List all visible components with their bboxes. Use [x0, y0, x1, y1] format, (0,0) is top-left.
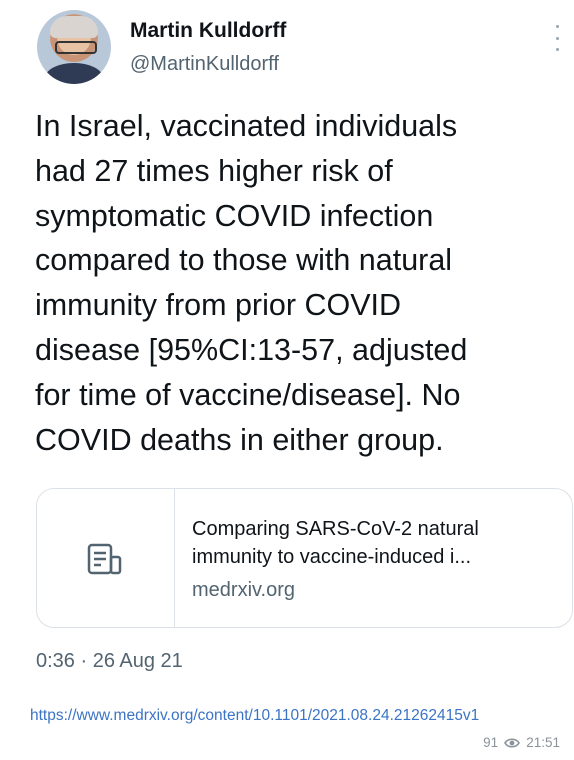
card-title-line: Comparing SARS-CoV-2 natural [192, 518, 479, 540]
view-count: 91 [483, 735, 499, 750]
card-title-line: immunity to vaccine-induced i... [192, 546, 472, 568]
message-link[interactable]: https://www.medrxiv.org/content/10.1101/… [30, 706, 560, 726]
avatar-shirt [45, 63, 103, 84]
document-icon [87, 543, 122, 575]
author-handle[interactable]: @MartinKulldorff [130, 51, 279, 77]
message-time: 21:51 [526, 735, 560, 750]
avatar[interactable] [37, 10, 111, 84]
more-options-icon[interactable] [554, 25, 560, 51]
tweet: Martin Kulldorff @MartinKulldorff In Isr… [0, 0, 574, 700]
avatar-hair [50, 16, 98, 38]
tweet-timestamp[interactable]: 0:36 · 26 Aug 21 [36, 648, 183, 674]
card-title: Comparing SARS-CoV-2 natural immunity to… [192, 515, 562, 571]
message-meta: 91 21:51 [483, 734, 560, 752]
card-domain: medrxiv.org [192, 579, 295, 601]
link-card[interactable]: Comparing SARS-CoV-2 natural immunity to… [36, 488, 573, 628]
tweet-text: In Israel, vaccinated individuals had 27… [35, 109, 468, 457]
author-name[interactable]: Martin Kulldorff [130, 18, 286, 44]
card-thumbnail [37, 489, 175, 627]
eye-icon [504, 738, 521, 748]
avatar-glasses [55, 41, 97, 54]
